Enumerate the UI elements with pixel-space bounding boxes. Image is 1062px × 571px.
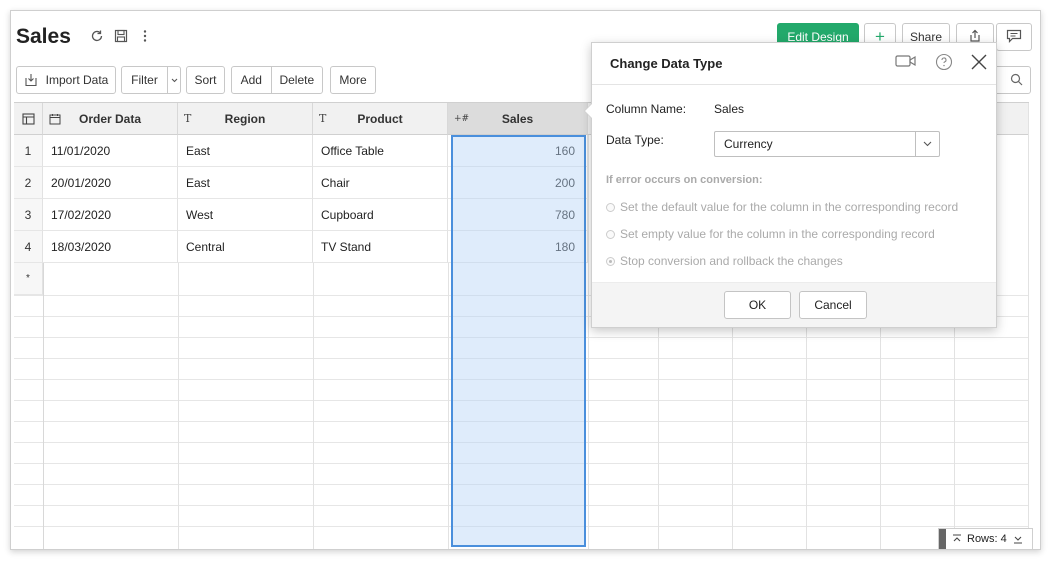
row-count: Rows: 4 (967, 533, 1007, 545)
add-delete-group: Add Delete (231, 66, 323, 94)
date-type-icon (49, 113, 61, 125)
data-type-value: Currency (724, 137, 773, 151)
import-data-button[interactable]: Import Data (16, 66, 116, 94)
option-default-value[interactable]: Set the default value for the column in … (606, 200, 958, 214)
title-actions (89, 28, 153, 44)
column-header-sales[interactable]: +# Sales (448, 103, 588, 135)
column-header-region[interactable]: T Region (178, 103, 313, 135)
table-cell[interactable]: TV Stand (313, 231, 448, 263)
data-type-label: Data Type: (606, 133, 664, 147)
table-cell[interactable]: 160 (448, 135, 588, 167)
dialog-header: Change Data Type (592, 43, 996, 85)
option-label: Set empty value for the column in the co… (620, 227, 935, 241)
filter-split-button[interactable]: Filter (121, 66, 181, 94)
option-stop-conversion[interactable]: Stop conversion and rollback the changes (606, 254, 843, 268)
option-label: Stop conversion and rollback the changes (620, 254, 843, 268)
save-icon[interactable] (113, 28, 129, 44)
comments-button[interactable] (996, 23, 1032, 51)
table-cell[interactable]: Office Table (313, 135, 448, 167)
error-heading: If error occurs on conversion: (606, 174, 763, 186)
text-type-icon: T (184, 112, 192, 125)
column-header-label: Region (224, 111, 266, 126)
collapse-handle[interactable] (939, 529, 946, 549)
option-label: Set the default value for the column in … (620, 200, 959, 214)
scroll-bottom-icon[interactable] (1013, 534, 1023, 544)
dialog-caret (584, 103, 592, 119)
table-cell[interactable]: 180 (448, 231, 588, 263)
row-number[interactable]: 4 (14, 231, 43, 263)
table-cell[interactable]: West (178, 199, 313, 231)
table-cell[interactable]: Chair (313, 167, 448, 199)
cancel-button[interactable]: Cancel (799, 291, 867, 319)
table-cell[interactable]: East (178, 167, 313, 199)
table-cell[interactable]: 17/02/2020 (43, 199, 178, 231)
table-cell[interactable]: Central (178, 231, 313, 263)
change-data-type-dialog: Change Data Type Column Name: Sales Data… (584, 42, 997, 328)
table-cell[interactable]: 18/03/2020 (43, 231, 178, 263)
row-number[interactable]: 2 (14, 167, 43, 199)
filter-button[interactable]: Filter (122, 67, 168, 93)
dialog-title: Change Data Type (610, 56, 723, 71)
sort-button[interactable]: Sort (186, 66, 225, 94)
dialog-footer: OK Cancel (592, 282, 996, 327)
table-cell[interactable]: 200 (448, 167, 588, 199)
delete-button[interactable]: Delete (272, 67, 322, 93)
table-icon (21, 112, 35, 125)
data-type-select[interactable]: Currency (714, 131, 940, 157)
radio-button[interactable] (606, 229, 615, 239)
number-type-icon: +# (454, 114, 470, 124)
import-data-label: Import Data (45, 73, 109, 87)
table-cell[interactable]: 11/01/2020 (43, 135, 178, 167)
add-row-button[interactable]: Add (232, 67, 272, 93)
table-cell[interactable]: East (178, 135, 313, 167)
column-name-label: Column Name: (606, 102, 687, 116)
app-window: Sales Edit Design + Share Import Data Fi… (10, 10, 1041, 550)
ok-button[interactable]: OK (724, 291, 791, 319)
search-icon (1010, 73, 1023, 86)
text-type-icon: T (319, 112, 327, 125)
video-icon[interactable] (895, 53, 917, 69)
chevron-down-icon (915, 132, 939, 156)
radio-button[interactable] (606, 202, 615, 212)
column-header-product[interactable]: T Product (313, 103, 448, 135)
scroll-top-icon[interactable] (952, 534, 962, 544)
column-header-order-data[interactable]: Order Data (43, 103, 178, 135)
table-cell[interactable]: 780 (448, 199, 588, 231)
row-number[interactable]: 3 (14, 199, 43, 231)
close-icon[interactable] (970, 53, 988, 71)
new-row-marker[interactable]: * (14, 263, 43, 295)
filter-dropdown[interactable] (168, 67, 180, 93)
column-name-value: Sales (714, 102, 745, 116)
radio-button-selected[interactable] (606, 256, 615, 266)
comment-icon (1006, 29, 1022, 46)
row-count-bar: Rows: 4 (938, 528, 1033, 549)
more-vertical-icon[interactable] (137, 28, 153, 44)
more-button[interactable]: More (330, 66, 376, 94)
import-icon (24, 73, 38, 87)
table-cell[interactable]: 20/01/2020 (43, 167, 178, 199)
chevron-down-icon (171, 78, 178, 83)
column-header-label: Order Data (78, 111, 142, 126)
option-empty-value[interactable]: Set empty value for the column in the co… (606, 227, 935, 241)
table-cell[interactable]: Cupboard (313, 199, 448, 231)
help-icon[interactable] (935, 53, 953, 71)
column-header-label: Product (357, 111, 403, 126)
page-title: Sales (16, 25, 71, 48)
row-number[interactable]: 1 (14, 135, 43, 167)
select-all-header[interactable] (14, 103, 43, 135)
refresh-icon[interactable] (89, 28, 105, 44)
